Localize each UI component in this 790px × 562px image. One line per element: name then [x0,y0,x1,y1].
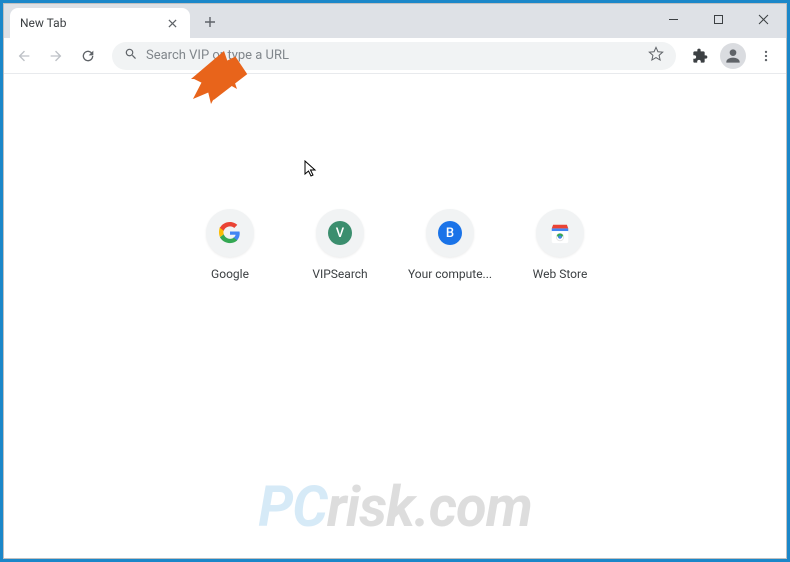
browser-window: New Tab [3,3,787,559]
cursor-icon [304,160,318,178]
letter-badge-icon: B [438,221,462,245]
back-button[interactable] [10,42,38,70]
forward-button[interactable] [42,42,70,70]
shortcut-label: Web Store [533,267,588,281]
bookmark-star-icon[interactable] [648,46,664,66]
webstore-icon [549,222,571,244]
shortcut-icon: V [316,209,364,257]
shortcut-icon: B [426,209,474,257]
tab-active[interactable]: New Tab [10,8,190,38]
tab-strip: New Tab [4,4,786,38]
toolbar [4,38,786,74]
watermark: PCrisk.com [258,474,532,540]
tab-title: New Tab [20,16,66,30]
shortcut-google[interactable]: Google [185,209,275,281]
address-input[interactable] [146,48,640,63]
shortcut-label: Your compute... [408,267,492,281]
watermark-rest: risk.com [327,474,532,540]
google-logo-icon [219,222,241,244]
close-tab-icon[interactable] [164,15,180,31]
shortcut-icon [206,209,254,257]
reload-button[interactable] [74,42,102,70]
search-icon [124,46,138,65]
watermark-pc: PC [258,474,327,540]
shortcut-vipsearch[interactable]: V VIPSearch [295,209,385,281]
letter-badge-icon: V [328,221,352,245]
window-controls [651,4,786,34]
shortcut-label: Google [211,267,249,281]
shortcut-your-computer[interactable]: B Your compute... [405,209,495,281]
minimize-button[interactable] [651,4,696,34]
shortcut-label: VIPSearch [312,267,367,281]
extensions-icon[interactable] [686,42,714,70]
shortcut-web-store[interactable]: Web Store [515,209,605,281]
maximize-button[interactable] [696,4,741,34]
shortcut-grid: Google V VIPSearch B Your compute... [185,209,605,281]
close-window-button[interactable] [741,4,786,34]
shortcut-icon [536,209,584,257]
new-tab-button[interactable] [196,8,224,36]
new-tab-page: Google V VIPSearch B Your compute... [4,74,786,558]
profile-avatar[interactable] [720,43,746,69]
menu-button[interactable] [752,42,780,70]
omnibox[interactable] [112,42,676,70]
